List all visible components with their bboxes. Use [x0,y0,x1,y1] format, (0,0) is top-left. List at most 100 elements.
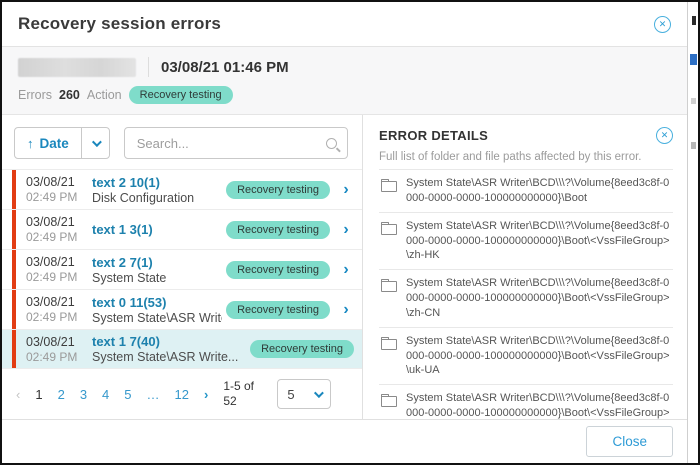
chevron-down-icon [314,388,324,398]
status-badge: Recovery testing [250,340,354,358]
error-row[interactable]: 03/08/21 02:49 PM text 0 11(53) System S… [2,289,362,329]
error-title-link[interactable]: text 1 7(40) [92,334,246,349]
close-button[interactable]: Close [586,426,673,457]
sort-button[interactable]: ↑ Date [14,127,110,159]
errors-pagination: ‹12345…12› 1-5 of 52 5 [2,369,362,421]
page-item[interactable]: 3 [80,387,87,402]
errors-count: 260 [59,88,80,102]
sort-ascending-icon: ↑ [27,136,34,151]
search-input[interactable] [135,135,326,152]
page-item[interactable]: › [204,387,208,402]
page-item[interactable]: 5 [124,387,131,402]
error-subtitle: System State [92,271,222,285]
error-text: text 2 7(1) System State [92,255,226,285]
details-title: ERROR DETAILS [379,128,488,143]
action-badge: Recovery testing [129,86,233,104]
error-date: 03/08/21 [26,215,92,229]
divider [148,57,149,77]
folder-icon [381,396,397,407]
page-item[interactable]: 12 [175,387,189,402]
path-text: System State\ASR Writer\BCD\\\?\Volume{8… [406,276,673,321]
page-item[interactable]: 1 [35,387,42,402]
details-header: ERROR DETAILS ✕ [379,127,673,144]
error-time: 02:49 PM [26,350,92,364]
severity-bar [12,170,16,209]
error-text: text 0 11(53) System State\ASR Write... [92,295,226,325]
folder-icon [381,224,397,235]
chevron-right-icon[interactable]: › [338,262,354,278]
error-row[interactable]: 03/08/21 02:49 PM text 2 7(1) System Sta… [2,249,362,289]
error-title-link[interactable]: text 1 3(1) [92,222,222,237]
page-range: 1-5 of 52 [223,379,267,409]
severity-bar [12,250,16,289]
page-item[interactable]: 2 [58,387,65,402]
details-subtitle: Full list of folder and file paths affec… [379,151,673,163]
dialog-close-icon[interactable]: ✕ [654,16,671,33]
path-item: System State\ASR Writer\BCD\\\?\Volume{8… [379,327,673,385]
dialog-body: ↑ Date [2,115,687,419]
chevron-right-icon[interactable]: › [338,182,354,198]
error-datetime: 03/08/21 02:49 PM [26,295,92,324]
error-date: 03/08/21 [26,175,92,189]
affected-paths-list: System State\ASR Writer\BCD\\\?\Volume{8… [379,169,673,443]
error-title-link[interactable]: text 0 11(53) [92,295,222,310]
page-item[interactable]: ‹ [16,387,20,402]
session-info-section: 03/08/21 01:46 PM Errors 260 Action Reco… [2,47,687,115]
errors-label: Errors [18,88,52,102]
status-badge: Recovery testing [226,261,330,279]
sort-by-date[interactable]: ↑ Date [15,128,81,158]
error-row[interactable]: 03/08/21 02:49 PM text 2 10(1) Disk Conf… [2,169,362,209]
page-item[interactable]: 4 [102,387,109,402]
search-box[interactable] [124,127,348,159]
session-timestamp: 03/08/21 01:46 PM [161,59,289,76]
dialog-title: Recovery session errors [18,14,221,34]
page-item[interactable]: … [147,387,160,402]
errors-list: 03/08/21 02:49 PM text 2 10(1) Disk Conf… [2,169,362,369]
errors-toolbar: ↑ Date [2,115,362,169]
path-text: System State\ASR Writer\BCD\\\?\Volume{8… [406,334,673,379]
error-datetime: 03/08/21 02:49 PM [26,255,92,284]
error-datetime: 03/08/21 02:49 PM [26,335,92,364]
dialog-footer: Close [2,419,687,463]
chevron-right-icon[interactable]: › [338,222,354,238]
error-subtitle: System State\ASR Write... [92,311,222,325]
details-close-icon[interactable]: ✕ [656,127,673,144]
folder-icon [381,281,397,292]
error-datetime: 03/08/21 02:49 PM [26,215,92,244]
page-size-select[interactable]: 5 [277,379,331,409]
background-artifact [692,16,696,25]
path-item: System State\ASR Writer\BCD\\\?\Volume{8… [379,269,673,327]
error-datetime: 03/08/21 02:49 PM [26,175,92,204]
error-row[interactable]: 03/08/21 02:49 PM text 1 3(1) Recovery t… [2,209,362,249]
modal-frame: Recovery session errors ✕ 03/08/21 01:46… [0,0,700,465]
error-date: 03/08/21 [26,295,92,309]
error-title-link[interactable]: text 2 7(1) [92,255,222,270]
action-label: Action [87,88,122,102]
error-text: text 1 7(40) System State\ASR Write... [92,334,250,364]
error-time: 02:49 PM [26,310,92,324]
chevron-right-icon[interactable]: › [338,302,354,318]
page-links: ‹12345…12› [16,387,223,402]
error-time: 02:49 PM [26,270,92,284]
folder-icon [381,181,397,192]
path-item: System State\ASR Writer\BCD\\\?\Volume{8… [379,212,673,270]
status-badge: Recovery testing [226,181,330,199]
sort-label: Date [40,136,69,151]
search-icon [326,138,337,149]
path-text: System State\ASR Writer\BCD\\\?\Volume{8… [406,176,673,206]
recovery-session-errors-dialog: Recovery session errors ✕ 03/08/21 01:46… [2,2,687,463]
sort-dropdown-toggle[interactable] [81,128,109,158]
background-artifact [691,142,696,149]
error-date: 03/08/21 [26,335,92,349]
errors-panel: ↑ Date [2,115,362,419]
chevron-down-icon [92,137,102,147]
status-badge: Recovery testing [226,221,330,239]
folder-icon [381,339,397,350]
error-subtitle: Disk Configuration [92,191,222,205]
status-badge: Recovery testing [226,301,330,319]
severity-bar [12,330,16,368]
error-row[interactable]: 03/08/21 02:49 PM text 1 7(40) System St… [2,329,362,369]
background-page-strip [687,2,698,463]
error-title-link[interactable]: text 2 10(1) [92,175,222,190]
path-item: System State\ASR Writer\BCD\\\?\Volume{8… [379,169,673,212]
